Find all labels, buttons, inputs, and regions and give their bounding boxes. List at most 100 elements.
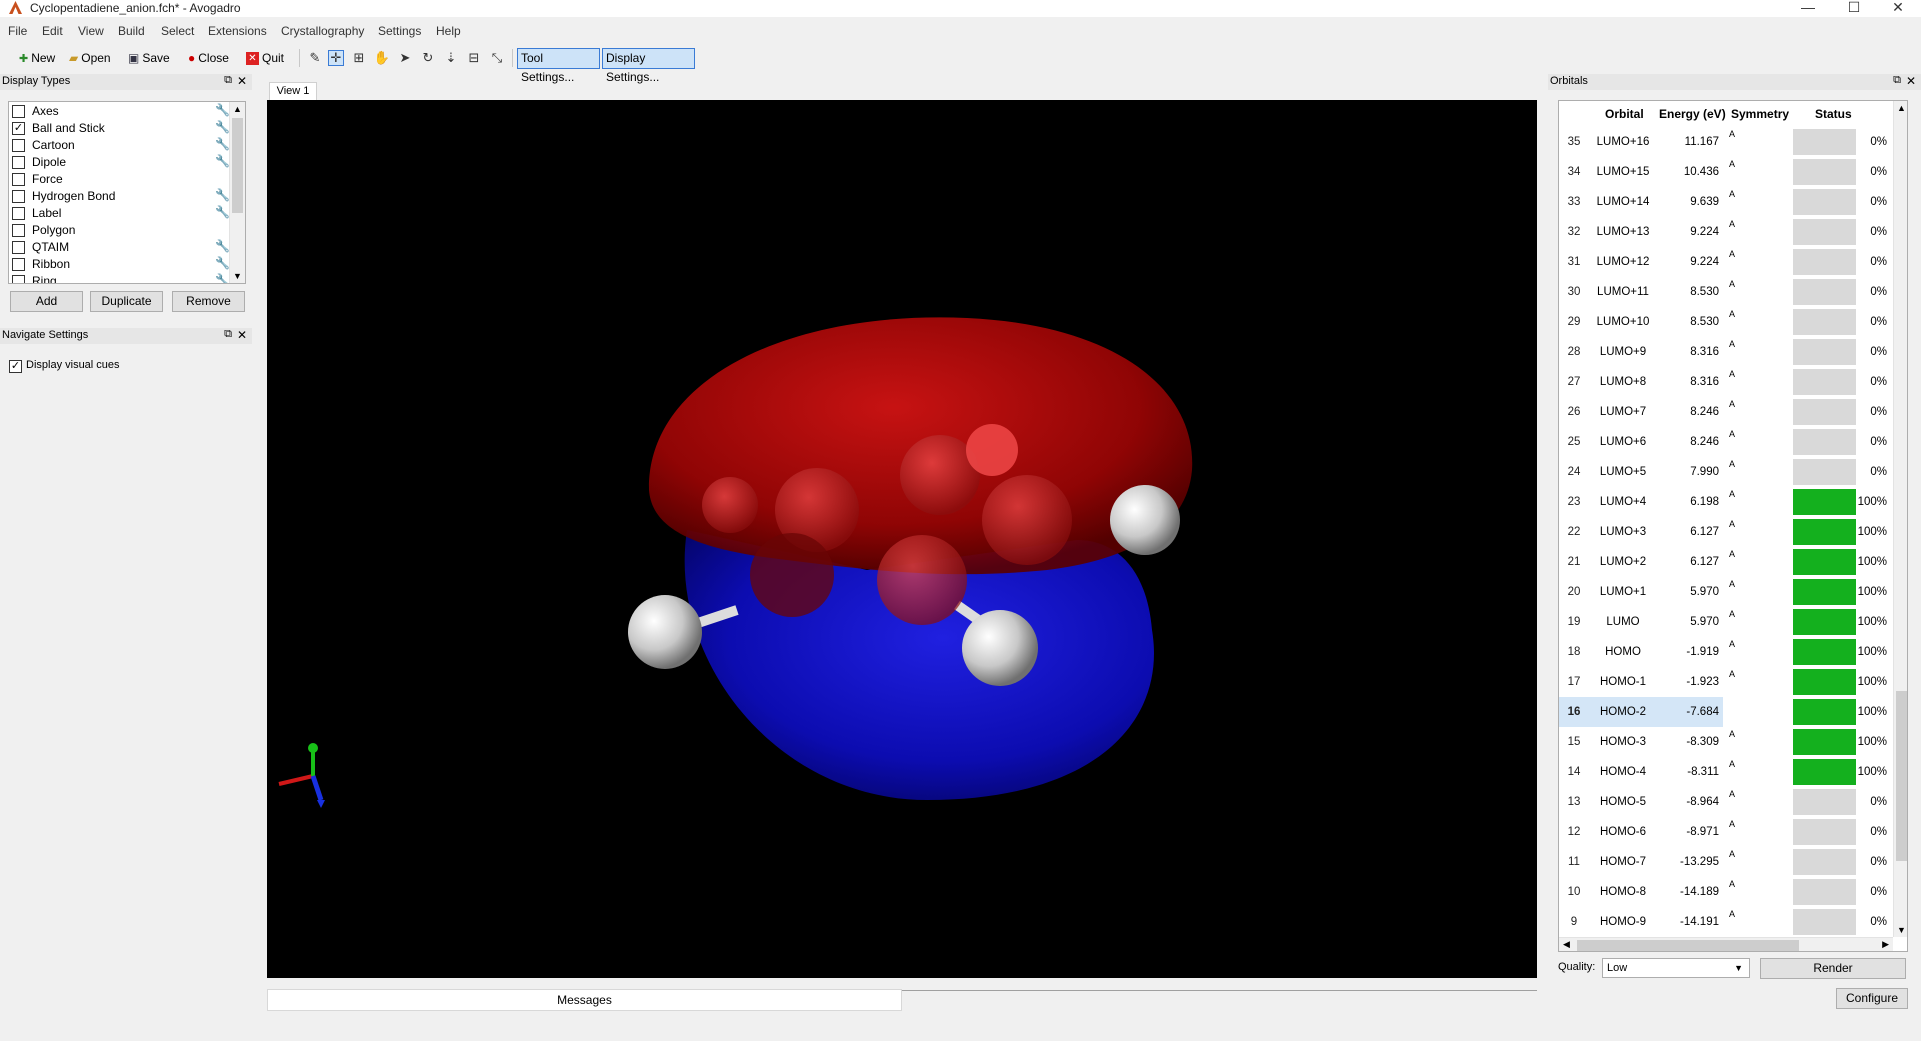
table-row[interactable]: 20 LUMO+1 5.970 A 100% xyxy=(1559,577,1893,607)
tab-view-1[interactable]: View 1 xyxy=(269,82,317,100)
checkbox[interactable] xyxy=(12,224,25,237)
table-row[interactable]: 22 LUMO+3 6.127 A 100% xyxy=(1559,517,1893,547)
table-row[interactable]: 18 HOMO -1.919 A 100% xyxy=(1559,637,1893,667)
checkbox[interactable] xyxy=(12,105,25,118)
table-row[interactable]: 15 HOMO-3 -8.309 A 100% xyxy=(1559,727,1893,757)
scroll-left-icon[interactable]: ◀ xyxy=(1563,939,1570,950)
list-item[interactable]: Axes 🔧 xyxy=(12,103,230,120)
list-item[interactable]: ✓ Ball and Stick 🔧 xyxy=(12,120,230,137)
wrench-icon[interactable]: 🔧 xyxy=(215,256,230,270)
navigate-tool-icon[interactable]: ✛ xyxy=(328,50,344,66)
maximize-button[interactable]: ☐ xyxy=(1831,0,1877,17)
list-item[interactable]: Hydrogen Bond 🔧 xyxy=(12,188,230,205)
table-row[interactable]: 17 HOMO-1 -1.923 A 100% xyxy=(1559,667,1893,697)
close-dock-icon[interactable]: ✕ xyxy=(237,74,247,88)
wrench-icon[interactable]: 🔧 xyxy=(215,188,230,202)
draw-tool-icon[interactable]: ✎ xyxy=(307,50,323,66)
minimize-button[interactable]: — xyxy=(1785,0,1831,17)
table-row[interactable]: 32 LUMO+13 9.224 A 0% xyxy=(1559,217,1893,247)
table-row[interactable]: 10 HOMO-8 -14.189 A 0% xyxy=(1559,877,1893,907)
checkbox[interactable]: ✓ xyxy=(12,122,25,135)
scroll-down-icon[interactable]: ▼ xyxy=(233,271,242,281)
table-row[interactable]: 31 LUMO+12 9.224 A 0% xyxy=(1559,247,1893,277)
list-item[interactable]: Ribbon 🔧 xyxy=(12,256,230,273)
menu-edit[interactable]: Edit xyxy=(42,24,63,38)
orbitals-table[interactable]: Orbital Energy (eV) Symmetry Status 35 LU… xyxy=(1558,100,1908,952)
configure-button[interactable]: Configure xyxy=(1836,988,1908,1009)
table-row[interactable]: 16HOMO-2-7.684A100% xyxy=(1559,697,1893,727)
manipulate-tool-icon[interactable]: ✋ xyxy=(374,50,390,66)
table-row[interactable]: 19 LUMO 5.970 A 100% xyxy=(1559,607,1893,637)
menu-view[interactable]: View xyxy=(78,24,104,38)
checkbox[interactable] xyxy=(12,241,25,254)
float-dock-icon[interactable]: ⧉ xyxy=(1893,74,1901,87)
remove-button[interactable]: Remove xyxy=(172,291,245,312)
open-button[interactable]: ▰ Open xyxy=(69,48,111,68)
display-types-list[interactable]: Axes 🔧 ✓ Ball and Stick 🔧 Cartoon 🔧 Dipo… xyxy=(8,101,246,284)
table-row[interactable]: 24 LUMO+5 7.990 A 0% xyxy=(1559,457,1893,487)
list-item[interactable]: Ring 🔧 xyxy=(12,273,230,283)
duplicate-button[interactable]: Duplicate xyxy=(90,291,163,312)
table-row[interactable]: 35 LUMO+16 11.167 A 0% xyxy=(1559,127,1893,157)
table-row[interactable]: 12 HOMO-6 -8.971 A 0% xyxy=(1559,817,1893,847)
table-row[interactable]: 25 LUMO+6 8.246 A 0% xyxy=(1559,427,1893,457)
scroll-up-icon[interactable]: ▲ xyxy=(233,104,242,114)
menu-file[interactable]: File xyxy=(8,24,27,38)
menu-select[interactable]: Select xyxy=(161,24,194,38)
table-row[interactable]: 30 LUMO+11 8.530 A 0% xyxy=(1559,277,1893,307)
scrollbar-thumb[interactable] xyxy=(1577,940,1799,951)
new-button[interactable]: ✚ New xyxy=(19,48,55,68)
tab-messages[interactable]: Messages xyxy=(267,989,902,1011)
display-visual-cues-checkbox[interactable]: ✓ xyxy=(9,360,22,373)
table-row[interactable]: 9 HOMO-9 -14.191 A 0% xyxy=(1559,907,1893,937)
display-settings-button[interactable]: Display Settings... xyxy=(602,48,695,84)
wrench-icon[interactable]: 🔧 xyxy=(215,137,230,151)
close-dock-icon[interactable]: ✕ xyxy=(1906,74,1916,88)
wrench-icon[interactable]: 🔧 xyxy=(215,273,230,283)
scroll-right-icon[interactable]: ▶ xyxy=(1882,939,1889,950)
scrollbar-thumb[interactable] xyxy=(232,118,243,213)
table-row[interactable]: 28 LUMO+9 8.316 A 0% xyxy=(1559,337,1893,367)
table-row[interactable]: 13 HOMO-5 -8.964 A 0% xyxy=(1559,787,1893,817)
close-button[interactable]: ● Close xyxy=(188,48,229,68)
list-item[interactable]: QTAIM 🔧 xyxy=(12,239,230,256)
checkbox[interactable] xyxy=(12,156,25,169)
add-button[interactable]: Add xyxy=(10,291,83,312)
scrollbar-thumb[interactable] xyxy=(1896,691,1907,861)
auto-optimize-tool-icon[interactable]: ⇣ xyxy=(443,50,459,66)
scroll-down-icon[interactable]: ▼ xyxy=(1897,925,1906,935)
table-row[interactable]: 27 LUMO+8 8.316 A 0% xyxy=(1559,367,1893,397)
table-horizontal-scrollbar[interactable]: ◀ ▶ xyxy=(1559,937,1893,951)
column-status[interactable]: Status xyxy=(1815,107,1852,121)
select-tool-icon[interactable]: ➤ xyxy=(397,50,413,66)
table-row[interactable]: 29 LUMO+10 8.530 A 0% xyxy=(1559,307,1893,337)
tool-settings-button[interactable]: Tool Settings... xyxy=(517,48,600,84)
checkbox[interactable] xyxy=(12,258,25,271)
table-row[interactable]: 14 HOMO-4 -8.311 A 100% xyxy=(1559,757,1893,787)
checkbox[interactable] xyxy=(12,139,25,152)
list-item[interactable]: Force xyxy=(12,171,230,188)
list-item[interactable]: Polygon xyxy=(12,222,230,239)
render-button[interactable]: Render xyxy=(1760,958,1906,979)
list-item[interactable]: Label 🔧 xyxy=(12,205,230,222)
wrench-icon[interactable]: 🔧 xyxy=(215,120,230,134)
float-dock-icon[interactable]: ⧉ xyxy=(224,328,232,341)
align-tool-icon[interactable]: ⤡ xyxy=(489,50,505,66)
checkbox[interactable] xyxy=(12,190,25,203)
table-row[interactable]: 11 HOMO-7 -13.295 A 0% xyxy=(1559,847,1893,877)
table-row[interactable]: 33 LUMO+14 9.639 A 0% xyxy=(1559,187,1893,217)
menu-build[interactable]: Build xyxy=(118,24,145,38)
scroll-up-icon[interactable]: ▲ xyxy=(1897,103,1906,113)
menu-crystallography[interactable]: Crystallography xyxy=(281,24,364,38)
bond-centric-tool-icon[interactable]: ⊞ xyxy=(351,50,367,66)
table-vertical-scrollbar[interactable]: ▲ ▼ xyxy=(1893,101,1907,937)
checkbox[interactable] xyxy=(12,207,25,220)
quality-select[interactable]: Low ▼ xyxy=(1602,958,1750,978)
column-energy[interactable]: Energy (eV) xyxy=(1659,107,1726,121)
checkbox[interactable] xyxy=(12,173,25,186)
column-orbital[interactable]: Orbital xyxy=(1605,107,1644,121)
auto-rotate-tool-icon[interactable]: ↻ xyxy=(420,50,436,66)
quit-button[interactable]: ✕ Quit xyxy=(246,48,284,68)
table-row[interactable]: 23 LUMO+4 6.198 A 100% xyxy=(1559,487,1893,517)
wrench-icon[interactable]: 🔧 xyxy=(215,154,230,168)
